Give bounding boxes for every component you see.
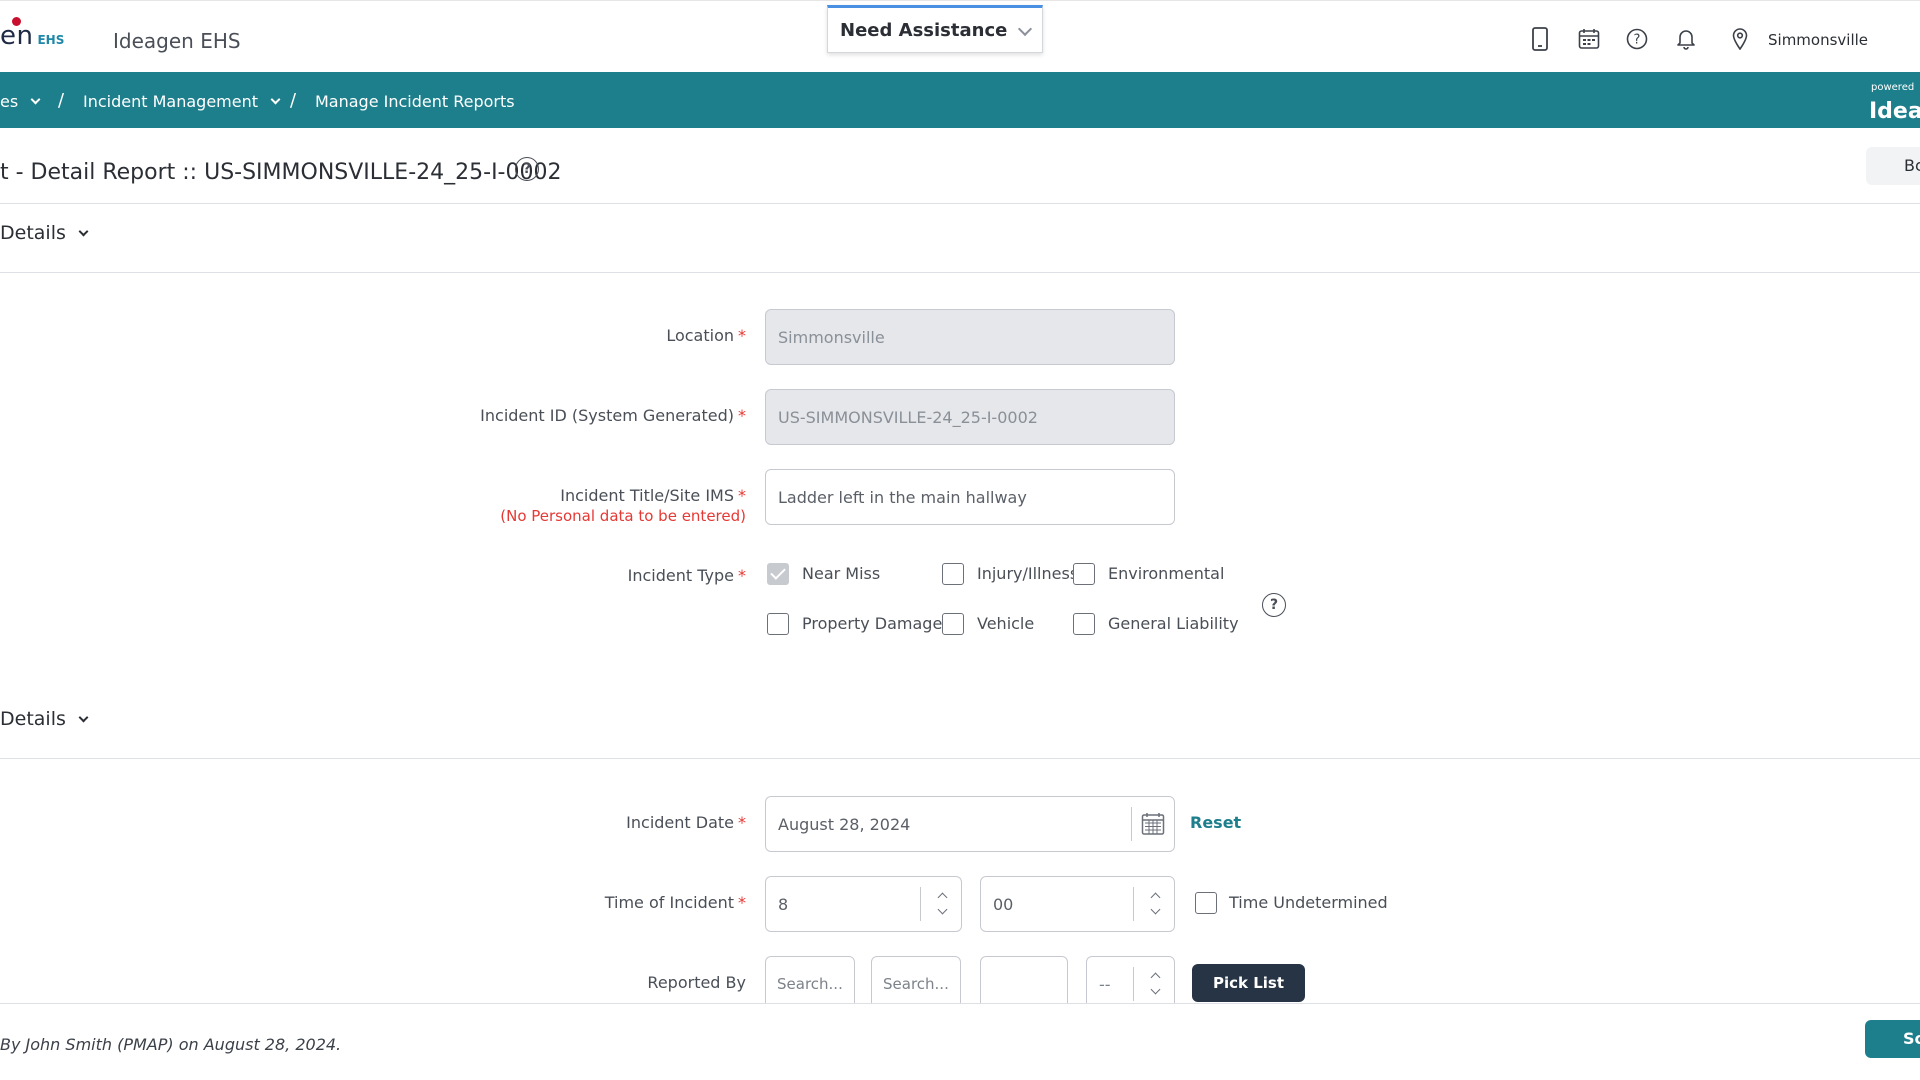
section-title: Details [0,708,66,730]
chevron-down-icon [78,712,89,722]
incident-id-field: US-SIMMONSVILLE-24_25-I-0002 [765,389,1175,445]
breadcrumb-item-manage-incident-reports[interactable]: Manage Incident Reports [315,92,515,111]
field-separator [1133,887,1134,921]
injury-illness-checkbox[interactable] [942,563,964,585]
time-undetermined-checkbox[interactable] [1195,892,1217,914]
location-label: Location * [666,326,746,345]
breadcrumb-item-modules[interactable]: es [0,92,41,111]
logo-suffix: EHS [37,33,65,47]
hour-value: 8 [778,894,789,914]
general-liability-label: General Liability [1108,614,1239,633]
pick-list-button[interactable]: Pick List [1192,964,1305,1002]
ideagen-logo[interactable]: en EHS [0,17,65,51]
breadcrumb-separator: / [58,90,65,111]
minute-stepper[interactable]: 00 [980,876,1175,932]
incident-date-label: Incident Date * [626,813,746,832]
divider [0,203,1920,204]
back-button[interactable]: Bc [1866,147,1920,185]
incident-type-help-icon[interactable]: ? [1262,593,1286,617]
field-separator [1133,967,1134,1001]
section-toggle-details[interactable]: Details [0,222,89,244]
field-separator [1131,807,1132,841]
breadcrumb-label: es [0,92,19,111]
section-toggle-details-2[interactable]: Details [0,708,89,730]
page-help-icon[interactable]: ? [515,157,539,181]
page-title: t - Detail Report :: US-SIMMONSVILLE-24_… [0,160,562,185]
current-site-name[interactable]: Simmonsville [1768,31,1868,49]
updown-arrows-icon[interactable] [937,891,949,919]
vehicle-label: Vehicle [977,614,1035,633]
field-separator [920,887,921,921]
general-liability-checkbox[interactable] [1073,613,1095,635]
minute-value: 00 [993,894,1014,914]
incident-title-label: Incident Title/Site IMS * [560,486,746,505]
location-field: Simmonsville [765,309,1175,365]
svg-text:?: ? [1634,33,1641,48]
updown-arrows-icon[interactable] [1150,971,1162,999]
need-assistance-label: Need Assistance [840,19,1008,41]
updown-arrows-icon[interactable] [1150,891,1162,919]
location-pin-icon[interactable] [1728,27,1752,51]
mobile-device-icon[interactable] [1528,27,1552,51]
property-damage-checkbox[interactable] [767,613,789,635]
incident-type-label: Incident Type * [627,566,746,585]
chevron-down-icon [1017,21,1033,37]
reset-date-link[interactable]: Reset [1190,813,1241,832]
section-title: Details [0,222,66,244]
breadcrumb-item-incident-management[interactable]: Incident Management [83,92,281,111]
notification-bell-icon[interactable] [1674,27,1698,51]
breadcrumb-bar: es / Incident Management / Manage Incide… [0,72,1920,128]
environmental-checkbox[interactable] [1073,563,1095,585]
environmental-label: Environmental [1108,564,1225,583]
near-miss-label: Near Miss [802,564,881,583]
vehicle-checkbox[interactable] [942,613,964,635]
breadcrumb-separator: / [290,90,297,111]
calendar-picker-icon[interactable] [1141,812,1165,840]
time-undetermined-label: Time Undetermined [1229,893,1388,912]
incident-id-label: Incident ID (System Generated) * [480,406,746,425]
breadcrumb-label: Incident Management [83,92,258,111]
divider [0,758,1920,759]
reported-by-select-value: -- [1099,974,1111,994]
personal-data-warning: (No Personal data to be entered) [500,507,746,525]
breadcrumb-label: Manage Incident Reports [315,92,515,111]
powered-by-brand: Ideag [1869,99,1920,124]
chevron-down-icon [270,94,281,105]
hour-stepper[interactable]: 8 [765,876,962,932]
chevron-down-icon [30,94,41,105]
reported-by-label: Reported By [647,973,746,992]
injury-illness-label: Injury/Illness [977,564,1079,583]
calendar-icon[interactable] [1577,27,1601,51]
chevron-down-icon [78,226,89,236]
need-assistance-dropdown[interactable]: Need Assistance [827,5,1043,53]
incident-date-input[interactable]: August 28, 2024 [765,796,1175,852]
logo-dot-icon [12,17,21,26]
app-title: Ideagen EHS [113,29,241,53]
near-miss-checkbox[interactable] [767,563,789,585]
divider [0,272,1920,273]
incident-title-input[interactable]: Ladder left in the main hallway [765,469,1175,525]
help-icon[interactable]: ? [1625,27,1649,51]
time-of-incident-label: Time of Incident * [604,893,746,912]
powered-by-text: powered [1871,82,1915,93]
property-damage-label: Property Damage [802,614,943,633]
save-button[interactable]: Sc [1865,1020,1920,1058]
top-header: en EHS Ideagen EHS Need Assistance ? Sim… [0,0,1920,72]
audit-footer-text: By John Smith (PMAP) on August 28, 2024. [0,1035,342,1054]
incident-date-value: August 28, 2024 [778,814,911,834]
